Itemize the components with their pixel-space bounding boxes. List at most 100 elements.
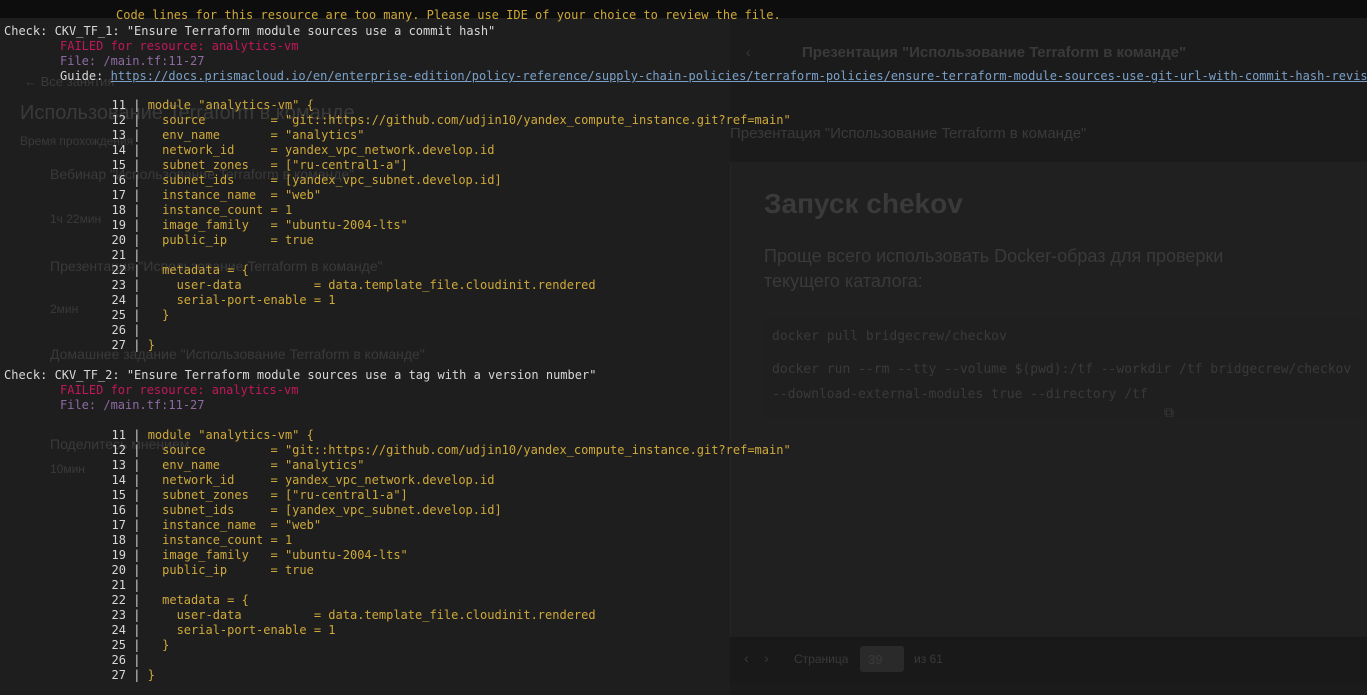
gutter-bar: |	[126, 578, 141, 592]
line-number: 15	[111, 488, 126, 502]
code-line: 26 |	[0, 323, 141, 338]
code-line: 11 | module "analytics-vm" {	[0, 98, 314, 113]
gutter-bar: |	[126, 443, 163, 457]
code-line: 15 | subnet_zones = ["ru-central1-a"]	[0, 158, 408, 173]
line-number: 18	[111, 533, 126, 547]
code-text: module "analytics-vm" {	[147, 428, 314, 442]
gutter-bar: |	[126, 308, 163, 322]
code-line: 16 | subnet_ids = [yandex_vpc_subnet.dev…	[0, 173, 502, 188]
code-text: subnet_zones = ["ru-central1-a"]	[162, 488, 408, 502]
gutter-bar: |	[126, 563, 163, 577]
check-2-title: Check: CKV_TF_2: "Ensure Terraform modul…	[4, 368, 597, 382]
line-number: 21	[111, 578, 126, 592]
code-text: network_id = yandex_vpc_network.develop.…	[162, 473, 495, 487]
code-text: metadata = {	[162, 593, 249, 607]
gutter-bar: |	[126, 158, 163, 172]
gutter-bar: |	[126, 533, 163, 547]
code-text: subnet_zones = ["ru-central1-a"]	[162, 158, 408, 172]
gutter-bar: |	[126, 293, 177, 307]
line-number: 13	[111, 128, 126, 142]
code-line: 27 | }	[0, 668, 155, 683]
line-number: 20	[111, 233, 126, 247]
code-text: serial-port-enable = 1	[176, 623, 336, 637]
code-text: source = "git::https://github.com/udjin1…	[162, 443, 791, 457]
gutter-bar: |	[126, 173, 163, 187]
code-line: 24 | serial-port-enable = 1	[0, 623, 336, 638]
code-text: }	[162, 308, 170, 322]
line-number: 19	[111, 548, 126, 562]
line-number: 21	[111, 248, 126, 262]
code-text: public_ip = true	[162, 563, 314, 577]
gutter-bar: |	[126, 668, 148, 682]
code-text: }	[162, 638, 170, 652]
line-number: 17	[111, 188, 126, 202]
code-text: }	[147, 338, 155, 352]
gutter-bar: |	[126, 653, 141, 667]
line-number: 16	[111, 173, 126, 187]
line-number: 24	[111, 293, 126, 307]
code-text: instance_count = 1	[162, 203, 293, 217]
code-line: 15 | subnet_zones = ["ru-central1-a"]	[0, 488, 408, 503]
terminal-output: Code lines for this resource are too man…	[0, 0, 1367, 695]
code-line: 20 | public_ip = true	[0, 563, 314, 578]
code-line: 20 | public_ip = true	[0, 233, 314, 248]
code-line: 13 | env_name = "analytics"	[0, 458, 365, 473]
gutter-bar: |	[126, 593, 163, 607]
code-text: user-data = data.template_file.cloudinit…	[176, 608, 596, 622]
code-line: 12 | source = "git::https://github.com/u…	[0, 113, 791, 128]
code-line: 25 | }	[0, 308, 170, 323]
gutter-bar: |	[126, 248, 141, 262]
gutter-bar: |	[126, 218, 163, 232]
code-text: user-data = data.template_file.cloudinit…	[176, 278, 596, 292]
guide-link[interactable]: https://docs.prismacloud.io/en/enterpris…	[111, 69, 1367, 83]
line-number: 15	[111, 158, 126, 172]
check-2-failed: FAILED for resource: analytics-vm	[60, 383, 299, 397]
notice-line: Code lines for this resource are too man…	[116, 8, 781, 22]
check-1-title: Check: CKV_TF_1: "Ensure Terraform modul…	[4, 24, 496, 38]
gutter-bar: |	[126, 608, 177, 622]
line-number: 27	[111, 338, 126, 352]
line-number: 22	[111, 593, 126, 607]
code-text: env_name = "analytics"	[162, 458, 365, 472]
code-text: instance_name = "web"	[162, 518, 322, 532]
code-text: network_id = yandex_vpc_network.develop.…	[162, 143, 495, 157]
gutter-bar: |	[126, 233, 163, 247]
gutter-bar: |	[126, 518, 163, 532]
line-number: 11	[111, 98, 126, 112]
code-line: 19 | image_family = "ubuntu-2004-lts"	[0, 218, 408, 233]
code-text: instance_name = "web"	[162, 188, 322, 202]
line-number: 12	[111, 113, 126, 127]
gutter-bar: |	[126, 473, 163, 487]
line-number: 23	[111, 608, 126, 622]
code-line: 14 | network_id = yandex_vpc_network.dev…	[0, 143, 495, 158]
code-line: 23 | user-data = data.template_file.clou…	[0, 278, 596, 293]
code-text: }	[147, 668, 155, 682]
code-text: image_family = "ubuntu-2004-lts"	[162, 548, 408, 562]
line-number: 26	[111, 323, 126, 337]
line-number: 13	[111, 458, 126, 472]
gutter-bar: |	[126, 113, 163, 127]
code-line: 13 | env_name = "analytics"	[0, 128, 365, 143]
check-1-file: File: /main.tf:11-27	[60, 54, 205, 68]
code-line: 23 | user-data = data.template_file.clou…	[0, 608, 596, 623]
line-number: 24	[111, 623, 126, 637]
gutter-bar: |	[126, 203, 163, 217]
check-2-file: File: /main.tf:11-27	[60, 398, 205, 412]
gutter-bar: |	[126, 503, 163, 517]
gutter-bar: |	[126, 488, 163, 502]
code-text: public_ip = true	[162, 233, 314, 247]
code-line: 14 | network_id = yandex_vpc_network.dev…	[0, 473, 495, 488]
code-line: 18 | instance_count = 1	[0, 203, 293, 218]
code-text: subnet_ids = [yandex_vpc_subnet.develop.…	[162, 173, 502, 187]
gutter-bar: |	[126, 338, 148, 352]
gutter-bar: |	[126, 428, 148, 442]
gutter-bar: |	[126, 623, 177, 637]
code-text: env_name = "analytics"	[162, 128, 365, 142]
code-line: 21 |	[0, 248, 141, 263]
check-1-guide: Guide: https://docs.prismacloud.io/en/en…	[60, 69, 1367, 84]
line-number: 25	[111, 308, 126, 322]
code-line: 19 | image_family = "ubuntu-2004-lts"	[0, 548, 408, 563]
gutter-bar: |	[126, 143, 163, 157]
gutter-bar: |	[126, 278, 177, 292]
line-number: 17	[111, 518, 126, 532]
